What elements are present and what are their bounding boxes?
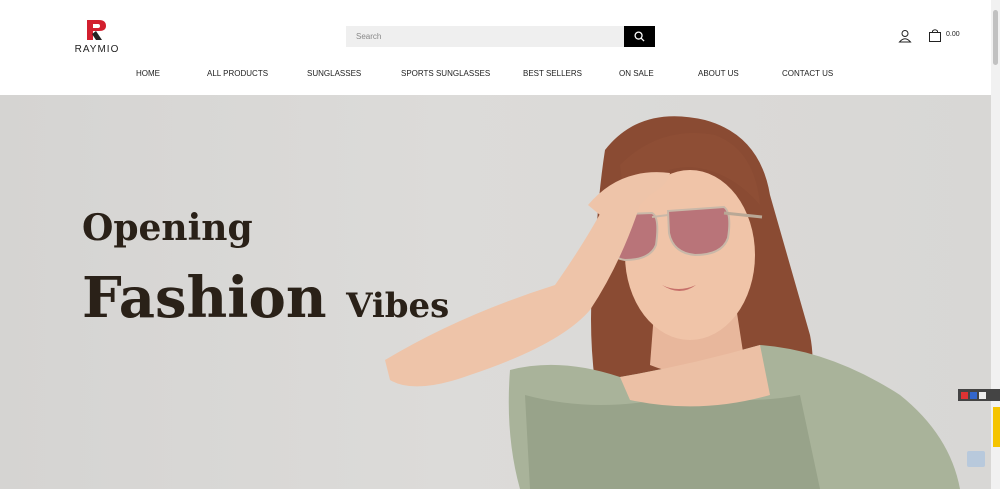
logo-text: RAYMIO xyxy=(74,44,120,55)
main-nav: HOME ALL PRODUCTS SUNGLASSES SPORTS SUNG… xyxy=(0,69,991,83)
hero-heading-line2: Fashion Vibes xyxy=(82,265,449,331)
site-header: RAYMIO Search 0.00 HOME ALL PRODUCTS SUN… xyxy=(0,0,991,95)
nav-contact-us[interactable]: CONTACT US xyxy=(782,69,833,78)
nav-sports-sunglasses[interactable]: SPORTS SUNGLASSES xyxy=(401,69,490,78)
widget-flag-icon xyxy=(961,391,968,399)
cart-total[interactable]: 0.00 xyxy=(946,31,960,38)
hero-heading-small: Vibes xyxy=(346,286,450,326)
search-input[interactable]: Search xyxy=(346,26,625,47)
side-badge[interactable] xyxy=(993,407,1000,447)
scrollbar-thumb[interactable] xyxy=(993,10,998,65)
carousel-dots xyxy=(480,485,507,489)
logo-mark-icon xyxy=(84,18,108,42)
search-icon xyxy=(634,31,645,42)
chat-button[interactable] xyxy=(967,451,985,467)
search-button[interactable] xyxy=(624,26,655,47)
widget-help-icon xyxy=(970,391,977,399)
nav-about-us[interactable]: ABOUT US xyxy=(698,69,739,78)
hero-heading-main: Fashion xyxy=(82,265,327,331)
widget-menu-icon xyxy=(979,391,986,399)
cart-icon[interactable] xyxy=(928,28,942,43)
hero-heading-line1: Opening xyxy=(82,207,253,249)
brand-logo[interactable]: RAYMIO xyxy=(72,16,122,56)
nav-sunglasses[interactable]: SUNGLASSES xyxy=(307,69,361,78)
nav-all-products[interactable]: ALL PRODUCTS xyxy=(207,69,268,78)
nav-home[interactable]: HOME xyxy=(136,69,160,78)
account-icon[interactable] xyxy=(898,29,912,43)
nav-on-sale[interactable]: ON SALE xyxy=(619,69,654,78)
translator-widget[interactable] xyxy=(958,389,1000,401)
nav-best-sellers[interactable]: BEST SELLERS xyxy=(523,69,582,78)
hero-banner[interactable]: Opening Fashion Vibes xyxy=(0,95,991,489)
